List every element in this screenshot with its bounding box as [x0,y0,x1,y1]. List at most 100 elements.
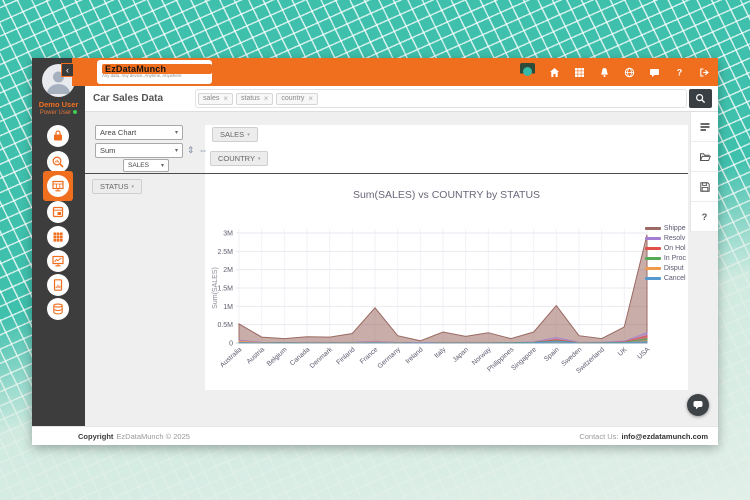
status-button-label: STATUS [100,182,129,191]
chip-close-icon[interactable]: × [223,94,228,102]
svg-text:Spain: Spain [543,346,561,363]
user-role: Power User [32,110,85,116]
status-dimension-button[interactable]: STATUS ▾ [92,179,142,194]
y-axis-ticks: 0 0.5M 1M 1.5M 2M 2.5M 3M [217,231,233,348]
bell-icon[interactable] [598,66,610,78]
window-frame-icon [52,206,64,218]
legend-item-shipped[interactable]: Shippe [644,225,686,232]
svg-text:2.5M: 2.5M [217,249,233,256]
chat-fab-button[interactable] [687,394,709,416]
svg-text:3M: 3M [223,231,233,238]
home-icon[interactable] [548,66,560,78]
chart-card: Sum(SALES) vs COUNTRY by STATUS 0 0.5M 1M 1… [205,125,688,390]
sidebar-item-monitor-chart[interactable] [47,250,69,272]
legend-label: On Hol [663,245,686,252]
area-chart[interactable]: 0 0.5M 1M 1.5M 2M 2.5M 3M Sum(SALES) Australia Au… [209,217,653,383]
apps-grid-icon[interactable] [573,66,585,78]
copyright: Copyright EzDataMunch © 2025 [78,432,190,441]
filter-chip-status[interactable]: status × [236,92,274,105]
chip-close-icon[interactable]: × [308,94,313,102]
rail-help-button[interactable]: ? [691,202,718,232]
menu-button[interactable] [691,112,718,142]
svg-text:Germany: Germany [377,346,403,370]
legend-item-in-process[interactable]: In Proc [644,255,686,262]
svg-text:0.5M: 0.5M [217,322,233,329]
sidebar-item-dashboard-active[interactable] [43,171,73,201]
toolbar-divider [85,173,688,174]
legend-item-resolved[interactable]: Resolv [644,235,686,242]
sales-dimension-button[interactable]: SALES ▾ [212,127,258,142]
contact-email[interactable]: info@ezdatamunch.com [622,432,709,441]
svg-text:Australia: Australia [219,346,243,369]
filter-chip-country[interactable]: country × [276,92,319,105]
sidebar-item-report[interactable] [47,274,69,296]
help-icon[interactable]: ? [673,66,685,78]
filter-chip-bar[interactable]: sales × status × country × [195,89,687,108]
chart-title: Sum(SALES) vs COUNTRY by STATUS [352,189,541,201]
svg-text:France: France [359,346,380,366]
search-button[interactable] [689,89,712,108]
dashboard-grid-icon [52,180,64,192]
content-area: Sum(SALES) vs COUNTRY by STATUS 0 0.5M 1M 1… [85,112,718,426]
sidebar-collapse-button[interactable]: ‹ [61,63,74,77]
data-grid-icon [53,232,63,242]
legend-label: In Proc [663,255,686,262]
sidebar-item-search-analytics[interactable] [47,151,69,173]
subheader: Car Sales Data sales × status × country … [85,86,718,112]
messages-icon[interactable] [648,66,660,78]
resize-vertical-icon[interactable]: ⇕ [187,145,199,155]
app-footer: Copyright EzDataMunch © 2025 Contact Us: i… [32,426,718,445]
shopping-bag-icon [54,130,62,141]
filter-chip-sales[interactable]: sales × [198,92,234,105]
country-dimension-button[interactable]: COUNTRY ▾ [210,151,269,166]
chevron-down-icon: ▾ [174,130,178,136]
copyright-label: Copyright [78,431,114,441]
logo-tagline: Any data, Any device, Anytime, Anywhere [102,74,182,79]
save-button[interactable] [691,172,718,202]
sidebar-item-database[interactable] [47,298,69,320]
legend-item-cancelled[interactable]: Cancel [644,275,686,282]
legend-label: Resolv [663,235,686,242]
header-brand-thumbnail [520,62,535,82]
sidebar-item-shopping-bag[interactable] [47,125,69,147]
copyright-text: EzDataMunch © 2025 [116,431,190,441]
chip-label: country [281,95,305,102]
open-button[interactable] [691,142,718,172]
caret-down-icon: ▾ [247,131,250,138]
user-name: Demo User [38,100,79,109]
search-analytics-icon [52,156,64,168]
legend-swatch [644,247,661,250]
chip-close-icon[interactable]: × [264,94,269,102]
search-icon [695,93,706,104]
legend-swatch [644,257,661,260]
legend-swatch [644,277,661,280]
logo[interactable]: EzDataMunch Any data, Any device, Anytim… [97,60,213,84]
resize-handles[interactable]: ⇕⇔ [187,145,212,156]
svg-text:Japan: Japan [452,346,471,364]
svg-text:Ireland: Ireland [405,346,425,365]
chat-bubble-icon [693,401,703,410]
chevron-down-icon: ▾ [174,148,178,154]
main-area: EzDataMunch Any data, Any device, Anytim… [72,58,718,426]
logo-text-wrap: EzDataMunch Any data, Any device, Anytim… [102,64,213,80]
measure-select[interactable]: SALES ▾ [123,159,169,172]
chip-label: sales [203,95,220,102]
sidebar-item-data-grid[interactable] [47,226,69,248]
svg-text:1.5M: 1.5M [217,286,233,293]
sidebar-item-window[interactable] [47,201,69,223]
legend-item-disputed[interactable]: Disput [644,265,686,272]
legend-label: Cancel [663,275,686,282]
legend-swatch [644,227,661,230]
legend-swatch [644,237,661,240]
app-window: Demo User Power User ‹ EzDataMunch Any d… [32,58,718,445]
chart-type-select[interactable]: Area Chart ▾ [95,125,183,140]
chart-legend: Shippe Resolv On Hol In Proc Disput Cancel [644,225,686,282]
globe-icon[interactable] [623,66,635,78]
question-icon: ? [701,211,708,222]
country-button-label: COUNTRY [218,154,255,163]
svg-text:?: ? [676,67,682,77]
sidebar: Demo User Power User [32,58,85,426]
legend-item-on-hold[interactable]: On Hol [644,245,686,252]
logout-icon[interactable] [698,66,710,78]
aggregation-select[interactable]: Sum ▾ [95,143,183,158]
